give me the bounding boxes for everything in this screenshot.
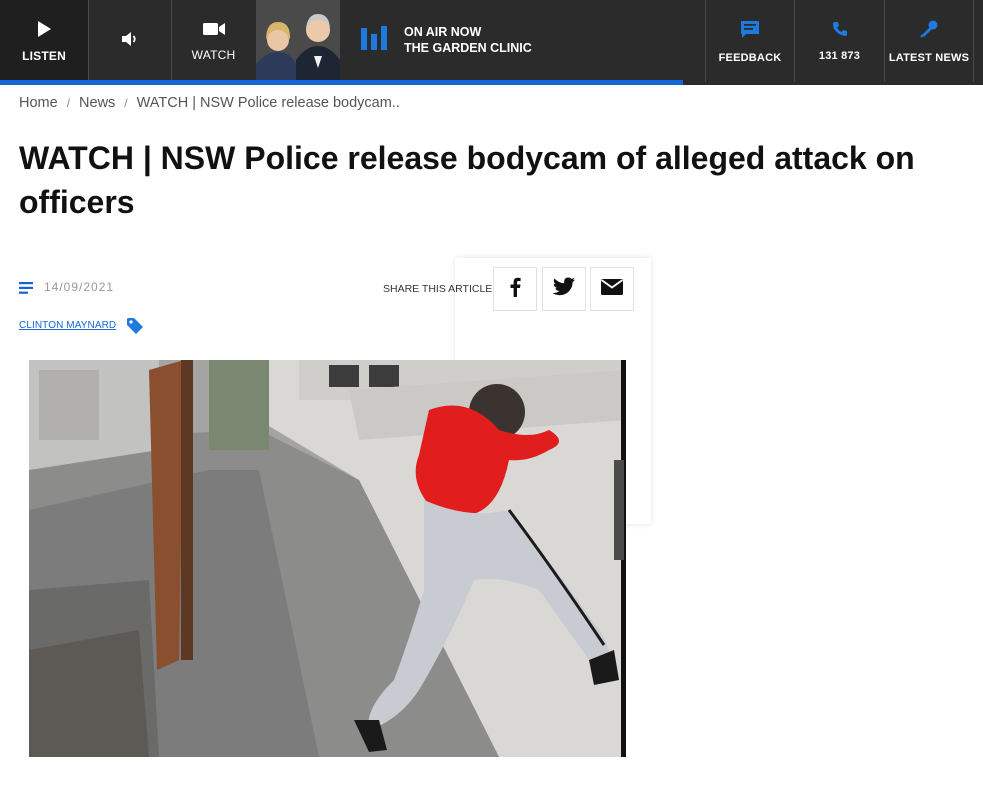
article-title: WATCH | NSW Police release bodycam of al… bbox=[19, 140, 915, 220]
latest-news-button[interactable]: LATEST NEWS bbox=[885, 0, 973, 82]
volume-button[interactable] bbox=[89, 0, 171, 82]
phone-button[interactable]: 131 873 bbox=[795, 0, 884, 82]
breadcrumb-current: WATCH | NSW Police release bodycam.. bbox=[136, 95, 400, 111]
text-lines-icon bbox=[19, 281, 33, 299]
on-air-show: THE GARDEN CLINIC bbox=[404, 41, 532, 55]
chat-icon bbox=[739, 19, 761, 44]
breadcrumb-separator: / bbox=[124, 96, 128, 110]
phone-number-label: 131 873 bbox=[818, 49, 861, 62]
share-email-button[interactable] bbox=[590, 267, 634, 311]
facebook-icon bbox=[509, 277, 521, 302]
article-author[interactable]: CLINTON MAYNARD bbox=[19, 320, 116, 331]
top-navigation-bar: LISTEN WATCH ON AIR NOW THE GARDEN CLINI… bbox=[0, 0, 983, 85]
equalizer-icon bbox=[360, 24, 388, 57]
share-twitter-button[interactable] bbox=[542, 267, 586, 311]
listen-progress-bar bbox=[88, 80, 683, 85]
video-camera-icon bbox=[202, 21, 226, 42]
feedback-button[interactable]: FEEDBACK bbox=[706, 0, 794, 82]
play-icon bbox=[35, 20, 53, 43]
microphone-icon bbox=[919, 19, 939, 44]
listen-button[interactable]: LISTEN bbox=[0, 0, 88, 82]
email-icon bbox=[600, 278, 624, 300]
listen-active-indicator bbox=[0, 80, 88, 85]
share-facebook-button[interactable] bbox=[493, 267, 537, 311]
volume-icon bbox=[120, 30, 140, 53]
article-video-still[interactable] bbox=[29, 360, 626, 757]
article-date: 14/09/2021 bbox=[44, 280, 115, 294]
breadcrumb-news[interactable]: News bbox=[79, 95, 115, 111]
breadcrumb-home[interactable]: Home bbox=[19, 95, 58, 111]
watch-label: WATCH bbox=[191, 47, 236, 62]
on-air-label: ON AIR NOW bbox=[404, 25, 482, 39]
phone-icon bbox=[832, 21, 848, 42]
share-label: SHARE THIS ARTICLE bbox=[383, 283, 493, 295]
watch-button[interactable]: WATCH bbox=[172, 0, 255, 82]
feedback-label: FEEDBACK bbox=[718, 51, 782, 64]
breadcrumb-separator: / bbox=[66, 96, 71, 110]
breadcrumb: Home / News / WATCH | NSW Police release… bbox=[19, 95, 400, 111]
twitter-icon bbox=[552, 277, 576, 302]
on-air-now[interactable]: ON AIR NOW THE GARDEN CLINIC bbox=[360, 20, 532, 60]
listen-label: LISTEN bbox=[22, 48, 66, 63]
presenters-photo[interactable] bbox=[256, 0, 340, 80]
latest-news-label: LATEST NEWS bbox=[888, 51, 970, 64]
tag-icon[interactable] bbox=[126, 317, 144, 340]
